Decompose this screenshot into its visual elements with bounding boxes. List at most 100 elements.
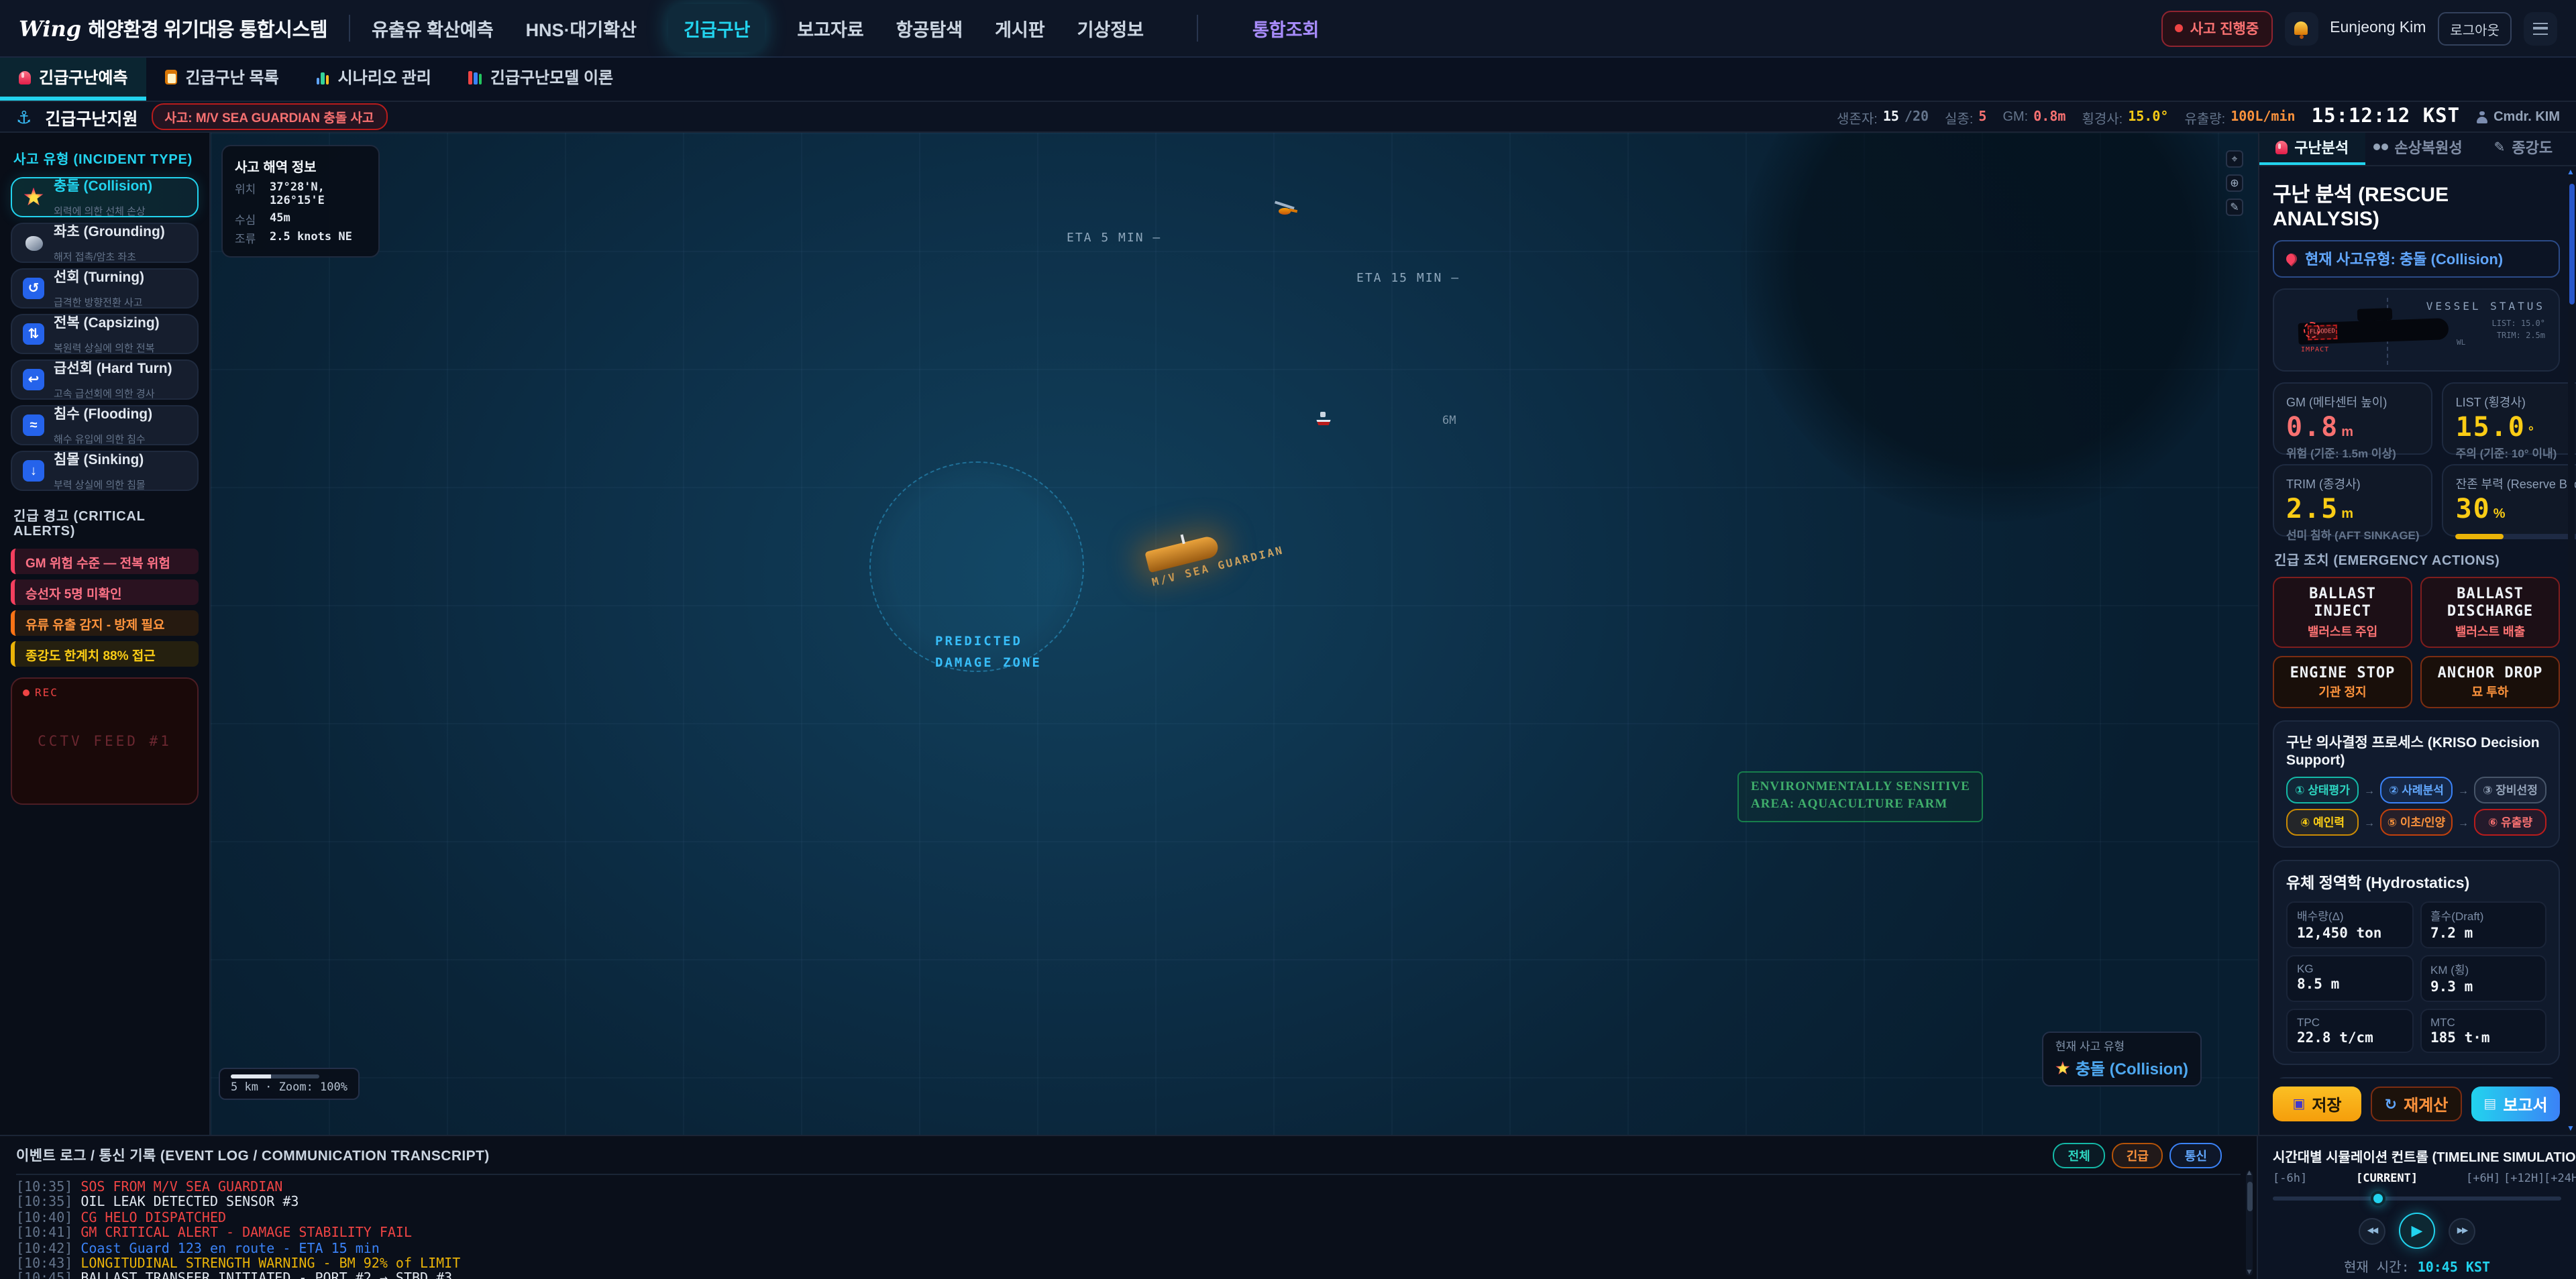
slider-track[interactable] (2273, 1197, 2561, 1201)
filter-comms[interactable]: 통신 (2170, 1143, 2222, 1168)
incident-grounding[interactable]: 좌초 (Grounding)해저 접촉/암초 좌초 (11, 223, 199, 263)
scroll-thumb[interactable] (2569, 184, 2574, 304)
superstructure (2357, 308, 2393, 321)
map-zoom-button[interactable]: ⊕ (2226, 174, 2243, 192)
label-current[interactable]: [CURRENT] (2356, 1172, 2418, 1186)
nav-item-emergency-rescue[interactable]: 긴급구난 (669, 4, 765, 52)
engine-stop-button[interactable]: ENGINE STOP기관 정지 (2273, 655, 2412, 708)
hard-turn-arrow-icon: ↩ (23, 369, 44, 390)
metric-trim: TRIM (종경사) 2.5m 선미 침하 (AFT SINKAGE) (2273, 464, 2433, 537)
filter-urgent[interactable]: 긴급 (2112, 1143, 2163, 1168)
label-plus-6h[interactable]: [+6H] (2466, 1172, 2500, 1186)
cctv-feed-label: CCTV FEED #1 (38, 733, 172, 749)
timeline-slider[interactable] (2273, 1191, 2561, 1205)
panel-scrollbar[interactable]: ▲ ▼ (2568, 168, 2575, 1135)
log-entry: [10:40]CG HELO DISPATCHED (16, 1211, 2241, 1227)
scroll-up-icon[interactable]: ▲ (2245, 1170, 2253, 1178)
incident-desc: 해저 접촉/암초 좌초 (54, 251, 136, 263)
sub-tab-bar: 긴급구난예측 긴급구난 목록 시나리오 관리 긴급구난모델 이론 (0, 58, 2576, 102)
nav-item-integrated-search[interactable]: 통합조회 (1252, 15, 1319, 42)
current-incident-pill: 현재 사고유형: 충돌 (Collision) (2273, 240, 2560, 278)
map-annotate-button[interactable]: ✎ (2226, 199, 2243, 216)
incident-turning[interactable]: ↺ 선회 (Turning)급격한 방향전환 사고 (11, 268, 199, 309)
incident-capsizing[interactable]: ⇅ 전복 (Capsizing)복원력 상실에 의한 전복 (11, 314, 199, 354)
nav-item-aerial-search[interactable]: 항공탐색 (896, 15, 963, 42)
ballast-inject-button[interactable]: BALLAST INJECT밸러스트 주입 (2273, 577, 2412, 647)
nav-item-board[interactable]: 게시판 (995, 15, 1045, 42)
scroll-down-icon[interactable]: ▼ (2567, 1125, 2575, 1133)
log-scrollbar[interactable]: ▲ ▼ (2246, 1171, 2253, 1275)
nav-item-hns[interactable]: HNS·대기확산 (526, 15, 637, 42)
stat-kg: KG8.5 m (2286, 955, 2413, 1002)
skip-back-button[interactable]: ◀◀ (2359, 1217, 2385, 1244)
stat-mtc: MTC185 t·m (2420, 1009, 2546, 1053)
current-incident-type-overlay: 현재 사고 유형 충돌 (Collision) (2042, 1032, 2202, 1087)
tab-rescue-model-theory[interactable]: 긴급구난모델 이론 (450, 58, 632, 101)
log-entry: [10:35]SOS FROM M/V SEA GUARDIAN (16, 1180, 2241, 1196)
alert-missing-crew: 승선자 5명 미확인 (11, 579, 199, 605)
panel-tab-longitudinal-strength[interactable]: ✎종강도 (2471, 133, 2576, 165)
sensitive-area-box: ENVIRONMENTALLY SENSITIVEAREA: AQUACULTU… (1737, 771, 1984, 822)
rock-icon (23, 232, 44, 254)
divider (349, 15, 350, 42)
capsize-arrows-icon: ⇅ (23, 323, 44, 345)
incident-title: 선회 (Turning) (54, 269, 144, 285)
casualty-vessel-marker[interactable]: M/V SEA GUARDIAN (1144, 519, 1285, 588)
save-button[interactable]: ▣저장 (2273, 1087, 2361, 1121)
current-sim-time: 현재 시간: 10:45 KST (2273, 1256, 2561, 1276)
nav-item-spill-prediction[interactable]: 유출유 확산예측 (372, 15, 493, 42)
slider-thumb[interactable] (2371, 1190, 2385, 1205)
hydrostatics-card: 유체 정역학 (Hydrostatics) 배수량(Δ)12,450 ton 흘… (2273, 860, 2560, 1065)
incident-desc: 외력에 의한 선체 손상 (54, 205, 146, 217)
main-nav: 유출유 확산예측 HNS·대기확산 긴급구난 보고자료 항공탐색 게시판 기상정… (372, 4, 1319, 52)
panel-tab-rescue-analysis[interactable]: 구난분석 (2259, 133, 2365, 165)
panel-tab-damage-stability[interactable]: 손상복원성 (2365, 133, 2470, 165)
impact-ring-icon (2304, 322, 2320, 338)
popup-title: 사고 해역 정보 (235, 156, 366, 176)
incident-type-header: 사고 유형 (INCIDENT TYPE) (13, 148, 199, 168)
scroll-thumb[interactable] (2247, 1182, 2252, 1211)
play-button[interactable]: ▶ (2399, 1213, 2435, 1249)
panel-action-buttons: ▣저장 ↻재계산 ▤보고서 (2259, 1078, 2576, 1135)
scroll-up-icon[interactable]: ▲ (2567, 169, 2575, 177)
scroll-down-icon[interactable]: ▼ (2245, 1268, 2253, 1276)
chart-icon (317, 70, 330, 84)
info-row-position: 위치37°28'N, 126°15'E (235, 181, 366, 208)
label-plus-24h[interactable]: [+24H] (2544, 1172, 2576, 1186)
filter-all[interactable]: 전체 (2053, 1143, 2105, 1168)
recalculate-button[interactable]: ↻재계산 (2371, 1087, 2462, 1121)
nav-item-weather[interactable]: 기상정보 (1077, 15, 1144, 42)
emergency-actions-header: 긴급 조치 (EMERGENCY ACTIONS) (2274, 549, 2560, 569)
incident-map[interactable]: 사고 해역 정보 위치37°28'N, 126°15'E 수심45m 조류2.5… (211, 133, 2258, 1135)
logout-button[interactable]: 로그아웃 (2438, 11, 2512, 45)
log-entry: [10:35]OIL LEAK DETECTED SENSOR #3 (16, 1196, 2241, 1211)
incident-title: 침몰 (Sinking) (54, 451, 144, 467)
incident-sinking[interactable]: ↓ 침몰 (Sinking)부력 상실에 의한 침몰 (11, 451, 199, 491)
incident-badge: 사고: M/V SEA GUARDIAN 충돌 사고 (151, 103, 387, 130)
map-shadow (1740, 133, 2250, 522)
label-minus-6h[interactable]: [-6h] (2273, 1172, 2307, 1186)
step-towing-force: ④ 예인력 (2286, 809, 2359, 836)
incident-hard-turn[interactable]: ↩ 급선회 (Hard Turn)고속 급선회에 의한 경사 (11, 359, 199, 400)
clipboard-icon (166, 70, 178, 85)
incident-collision[interactable]: 충돌 (Collision) 외력에 의한 선체 손상 (11, 177, 199, 217)
skip-forward-button[interactable]: ▶▶ (2449, 1217, 2475, 1244)
tab-rescue-list[interactable]: 긴급구난 목록 (147, 58, 298, 101)
notifications-button[interactable] (2284, 11, 2318, 45)
report-button[interactable]: ▤보고서 (2471, 1087, 2560, 1121)
event-log-title: 이벤트 로그 / 통신 기록 (EVENT LOG / COMMUNICATIO… (16, 1146, 490, 1166)
kriso-steps-row1: ① 상태평가 → ② 사례분석 → ③ 장비선정 (2286, 777, 2546, 803)
depth-label: 6M (1442, 414, 1456, 428)
menu-button[interactable] (2524, 11, 2557, 45)
map-tools: ⌖ ⊕ ✎ (2226, 150, 2243, 216)
ballast-discharge-button[interactable]: BALLAST DISCHARGE밸러스트 배출 (2420, 577, 2560, 647)
label-plus-12h[interactable]: [+12H] (2504, 1172, 2544, 1186)
incident-title: 충돌 (Collision) (54, 178, 152, 194)
anchor-drop-button[interactable]: ANCHOR DROP묘 투하 (2420, 655, 2560, 708)
tab-scenario-management[interactable]: 시나리오 관리 (298, 58, 450, 101)
tab-rescue-prediction[interactable]: 긴급구난예측 (0, 58, 147, 101)
incident-desc: 해수 유입에 의한 침수 (54, 433, 146, 445)
map-target-button[interactable]: ⌖ (2226, 150, 2243, 168)
nav-item-reports[interactable]: 보고자료 (797, 15, 863, 42)
incident-flooding[interactable]: ≈ 침수 (Flooding)해수 유입에 의한 침수 (11, 405, 199, 445)
